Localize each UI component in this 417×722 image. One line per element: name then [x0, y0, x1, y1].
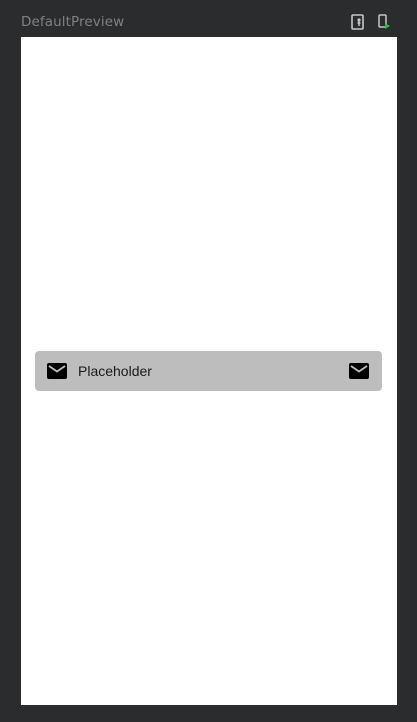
text-field-placeholder: Placeholder — [78, 363, 152, 379]
preview-title: DefaultPreview — [21, 14, 125, 30]
preview-toolbar: DefaultPreview — [0, 0, 417, 37]
interactive-mode-icon[interactable] — [351, 14, 365, 30]
preview-canvas: Placeholder — [21, 37, 397, 705]
trailing-mail-icon[interactable] — [349, 363, 369, 379]
leading-mail-icon — [47, 363, 67, 379]
placeholder-text-field[interactable]: Placeholder — [35, 351, 382, 391]
deploy-to-device-icon[interactable] — [378, 14, 392, 30]
